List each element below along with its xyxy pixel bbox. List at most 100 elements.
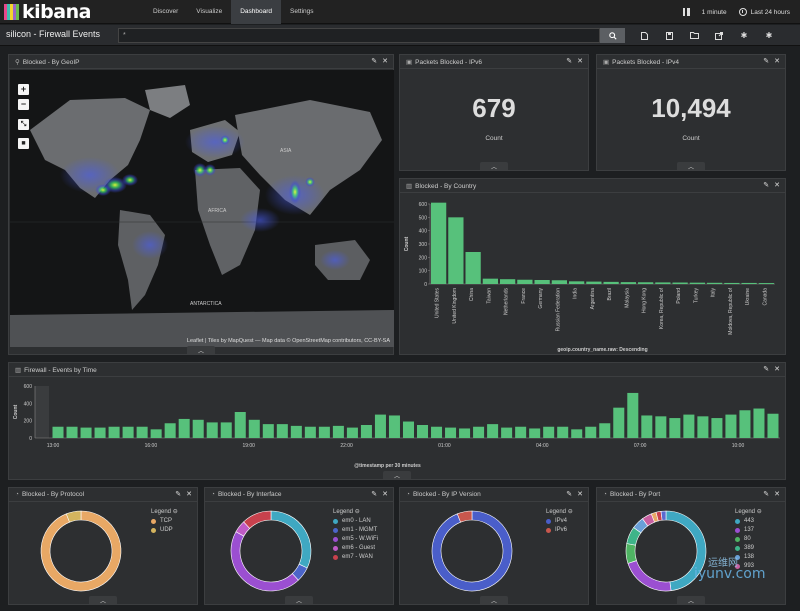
bar[interactable] [388, 415, 400, 438]
protocol-donut-chart[interactable] [9, 503, 149, 597]
bar[interactable] [122, 426, 134, 438]
bar[interactable] [711, 418, 723, 438]
close-icon[interactable]: ✕ [382, 57, 388, 65]
pie-slice[interactable] [243, 510, 272, 529]
open-dashboard-button[interactable] [686, 28, 702, 43]
legend-title[interactable]: Legend ⊖ [151, 508, 178, 515]
zoom-out-button[interactable]: − [18, 99, 29, 110]
geoip-map[interactable]: ASIA AFRICA ANTARCTICA + − ⤡ ■ Leaflet |… [10, 70, 394, 347]
bar[interactable] [707, 282, 723, 284]
close-icon[interactable]: ✕ [382, 490, 388, 498]
pie-slice[interactable] [627, 560, 672, 592]
legend-item[interactable]: em5 - W.WiFi [333, 536, 378, 542]
bar[interactable] [641, 415, 653, 438]
bar[interactable] [178, 418, 190, 438]
legend-item[interactable]: 138 [735, 554, 762, 560]
legend-item[interactable]: IPv4 [546, 518, 573, 524]
kibana-logo[interactable]: kibana [4, 1, 91, 23]
bar[interactable] [669, 418, 681, 438]
bar[interactable] [192, 419, 204, 438]
bar[interactable] [448, 217, 464, 284]
legend-item[interactable]: 80 [735, 536, 762, 542]
close-icon[interactable]: ✕ [186, 490, 192, 498]
bar[interactable] [487, 424, 499, 438]
nav-settings[interactable]: Settings [281, 0, 323, 24]
bar[interactable] [655, 282, 671, 284]
edit-icon[interactable]: ✎ [763, 365, 769, 373]
bar[interactable] [543, 426, 555, 438]
ipversion-donut-chart[interactable] [400, 503, 540, 597]
bar[interactable] [360, 425, 372, 438]
bar[interactable] [725, 414, 737, 438]
bar[interactable] [758, 283, 774, 284]
bar[interactable] [613, 407, 625, 438]
bar[interactable] [318, 426, 330, 438]
legend-item[interactable]: TCP [151, 518, 178, 524]
bar[interactable] [739, 410, 751, 438]
pie-slice[interactable] [270, 510, 312, 569]
bar[interactable] [136, 426, 148, 438]
pie-slice[interactable] [230, 531, 299, 592]
pie-slice[interactable] [660, 510, 667, 521]
close-icon[interactable]: ✕ [774, 57, 780, 65]
bar[interactable] [571, 429, 583, 438]
edit-icon[interactable]: ✎ [175, 490, 181, 498]
bar[interactable] [689, 282, 705, 284]
bar[interactable] [586, 281, 602, 284]
bar[interactable] [557, 426, 569, 438]
bar[interactable] [80, 427, 92, 438]
legend-item[interactable]: IPv6 [546, 527, 573, 533]
bar[interactable] [248, 419, 260, 438]
edit-icon[interactable]: ✎ [566, 57, 572, 65]
panel-collapse-toggle[interactable]: ︿ [187, 346, 215, 355]
legend-item[interactable]: em6 - Guest [333, 545, 378, 551]
bar[interactable] [276, 424, 288, 438]
bar[interactable] [290, 425, 302, 438]
bar[interactable] [206, 422, 218, 438]
bar[interactable] [262, 424, 274, 438]
edit-icon[interactable]: ✎ [371, 57, 377, 65]
legend-item[interactable]: em7 - WAN [333, 554, 378, 560]
bar[interactable] [697, 416, 709, 438]
bar[interactable] [767, 413, 779, 438]
bar[interactable] [599, 423, 611, 438]
pie-slice[interactable] [625, 543, 637, 564]
share-dashboard-button[interactable] [711, 28, 727, 43]
bar[interactable] [627, 392, 639, 438]
bar[interactable] [724, 282, 740, 284]
draw-rect-button[interactable]: ■ [18, 138, 29, 149]
options-button[interactable]: ✱ [736, 28, 752, 43]
legend-item[interactable]: 443 [735, 518, 762, 524]
bar[interactable] [672, 282, 688, 284]
close-icon[interactable]: ✕ [577, 57, 583, 65]
bar[interactable] [500, 279, 516, 284]
edit-icon[interactable]: ✎ [566, 490, 572, 498]
legend-item[interactable]: UDP [151, 527, 178, 533]
bar[interactable] [603, 281, 619, 284]
panel-collapse-toggle[interactable]: ︿ [677, 162, 705, 171]
search-input[interactable] [118, 28, 600, 43]
bar[interactable] [551, 280, 567, 284]
settings-button[interactable]: ✱ [761, 28, 777, 43]
bar[interactable] [402, 421, 414, 438]
bar[interactable] [501, 427, 513, 438]
bar[interactable] [534, 280, 550, 284]
bar[interactable] [150, 429, 162, 438]
edit-icon[interactable]: ✎ [371, 490, 377, 498]
bar[interactable] [459, 428, 471, 438]
bar[interactable] [234, 412, 246, 438]
edit-icon[interactable]: ✎ [763, 57, 769, 65]
bar[interactable] [304, 426, 316, 438]
bar[interactable] [683, 414, 695, 438]
bar[interactable] [431, 202, 447, 284]
bar[interactable] [52, 426, 64, 438]
bar[interactable] [585, 426, 597, 438]
bar[interactable] [445, 427, 457, 438]
bar[interactable] [220, 422, 232, 438]
bar[interactable] [655, 416, 667, 438]
bar[interactable] [431, 426, 443, 438]
bar[interactable] [66, 426, 78, 438]
bar[interactable] [529, 428, 541, 438]
bar[interactable] [346, 427, 358, 438]
bar[interactable] [473, 426, 485, 438]
